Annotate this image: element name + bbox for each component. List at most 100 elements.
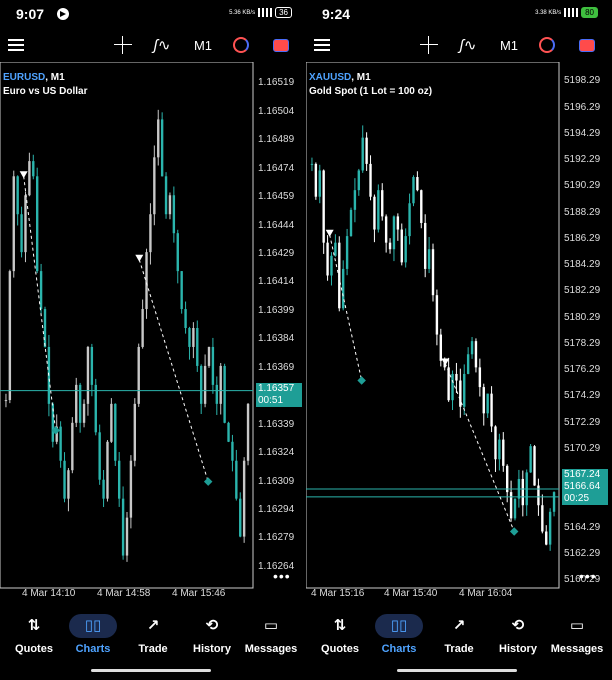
x-tick-label: 4 Mar 15:40 bbox=[384, 588, 438, 599]
candle-body bbox=[373, 196, 376, 230]
candle-body bbox=[357, 170, 361, 191]
nav-trade[interactable]: ↗ Trade bbox=[429, 612, 489, 655]
candle-body bbox=[435, 295, 439, 335]
menu-icon[interactable] bbox=[8, 33, 26, 57]
nav-charts[interactable]: ▯▯ Charts bbox=[63, 612, 123, 655]
home-indicator[interactable] bbox=[397, 669, 517, 672]
candle-body bbox=[392, 216, 396, 250]
y-tick-label: 5184.29 bbox=[564, 259, 601, 271]
candle-body bbox=[176, 233, 179, 272]
timeframe-button[interactable]: M1 bbox=[496, 33, 522, 57]
candle-body bbox=[102, 479, 105, 499]
candle-body bbox=[24, 195, 27, 253]
candle-body bbox=[129, 460, 133, 518]
candle-body bbox=[184, 309, 187, 328]
candle-body bbox=[211, 346, 215, 385]
candle-body bbox=[8, 271, 12, 401]
clock-icon[interactable] bbox=[537, 33, 557, 57]
home-indicator[interactable] bbox=[91, 669, 211, 672]
nav-charts[interactable]: ▯▯ Charts bbox=[369, 612, 429, 655]
y-tick-label: 5162.29 bbox=[564, 547, 601, 559]
status-right: 5.36 KB/s 36 bbox=[229, 7, 292, 18]
chart-svg[interactable] bbox=[0, 62, 302, 594]
battery-level: 36 bbox=[275, 7, 292, 18]
symbol-name: XAUUSD bbox=[309, 72, 352, 83]
candle-body bbox=[474, 341, 478, 368]
candle-body bbox=[494, 426, 497, 460]
candle-body bbox=[98, 432, 101, 480]
nav-history[interactable]: ⟲ History bbox=[182, 612, 242, 655]
nav-history[interactable]: ⟲ History bbox=[488, 612, 548, 655]
nav-messages[interactable]: ▭ Messages bbox=[547, 612, 607, 655]
candle-body bbox=[490, 393, 493, 427]
candle-body bbox=[192, 328, 195, 347]
crosshair-icon[interactable] bbox=[112, 33, 134, 57]
candle-body bbox=[463, 373, 466, 407]
crosshair-icon[interactable] bbox=[418, 33, 440, 57]
entry-marker bbox=[441, 358, 450, 366]
nav-label: Quotes bbox=[15, 643, 53, 655]
candle-body bbox=[196, 328, 199, 366]
y-tick-label: 5164.29 bbox=[564, 521, 601, 533]
quotes-icon: ⇅ bbox=[27, 617, 41, 634]
status-bar: 9:24 3.38 KB/s 80 bbox=[306, 0, 608, 28]
candle-body bbox=[86, 346, 90, 404]
candle-body bbox=[541, 505, 544, 532]
y-tick-label: 5174.29 bbox=[564, 390, 601, 402]
y-tick-label: 5188.29 bbox=[564, 206, 601, 218]
candle-body bbox=[114, 403, 117, 461]
y-tick-label: 5182.29 bbox=[564, 285, 601, 297]
entry-marker bbox=[135, 254, 144, 262]
candle-body bbox=[180, 271, 183, 310]
more-icon[interactable]: ••• bbox=[579, 568, 597, 584]
candle-body bbox=[4, 400, 8, 402]
candle-body bbox=[396, 216, 400, 230]
nav-trade[interactable]: ↗ Trade bbox=[123, 612, 183, 655]
candle-body bbox=[455, 373, 458, 381]
candle-body bbox=[145, 252, 148, 310]
new-order-icon[interactable] bbox=[271, 33, 291, 57]
menu-icon[interactable] bbox=[314, 33, 332, 57]
candle-body bbox=[168, 195, 172, 215]
nav-quotes[interactable]: ⇅ Quotes bbox=[4, 612, 64, 655]
candle-body bbox=[12, 176, 15, 272]
y-tick-label: 1.16429 bbox=[258, 248, 295, 260]
current-price: 5166.64 bbox=[564, 481, 601, 492]
y-tick-label: 1.16369 bbox=[258, 361, 295, 373]
indicators-icon[interactable]: ʃ∿ bbox=[456, 33, 480, 57]
y-tick-label: 5196.29 bbox=[564, 101, 601, 113]
symbol-sep: , bbox=[351, 72, 355, 83]
candle-body bbox=[227, 422, 230, 442]
candle-body bbox=[239, 498, 242, 537]
ask-price: 5167.24 bbox=[564, 469, 601, 480]
nav-messages[interactable]: ▭ Messages bbox=[241, 612, 301, 655]
candle-body bbox=[32, 161, 35, 177]
y-tick-label: 1.16414 bbox=[258, 276, 295, 288]
nav-label: Messages bbox=[244, 643, 298, 655]
exit-marker bbox=[509, 527, 519, 536]
candle-body bbox=[188, 328, 191, 347]
y-tick-label: 5178.29 bbox=[564, 337, 601, 349]
clock-icon[interactable] bbox=[231, 33, 251, 57]
timeframe-button[interactable]: M1 bbox=[190, 33, 216, 57]
candle-body bbox=[223, 365, 226, 423]
candle-body bbox=[338, 242, 341, 309]
candle-body bbox=[330, 255, 333, 276]
price-chart[interactable] bbox=[306, 62, 608, 594]
candle-body bbox=[486, 393, 489, 414]
more-icon[interactable]: ••• bbox=[273, 568, 291, 584]
telegram-icon bbox=[57, 8, 69, 20]
chart-svg[interactable] bbox=[306, 62, 608, 594]
candle-body bbox=[153, 157, 156, 215]
indicators-icon[interactable]: ʃ∿ bbox=[150, 33, 174, 57]
price-chart[interactable] bbox=[0, 62, 302, 594]
y-tick-label: 1.16339 bbox=[258, 418, 295, 430]
candle-body bbox=[121, 498, 125, 556]
candle-body bbox=[384, 216, 388, 243]
nav-quotes[interactable]: ⇅ Quotes bbox=[310, 612, 370, 655]
entry-marker bbox=[325, 229, 334, 237]
new-order-icon[interactable] bbox=[577, 33, 597, 57]
candle-body bbox=[133, 403, 137, 461]
y-tick-label: 1.16519 bbox=[258, 77, 295, 89]
candle-body bbox=[110, 403, 113, 442]
